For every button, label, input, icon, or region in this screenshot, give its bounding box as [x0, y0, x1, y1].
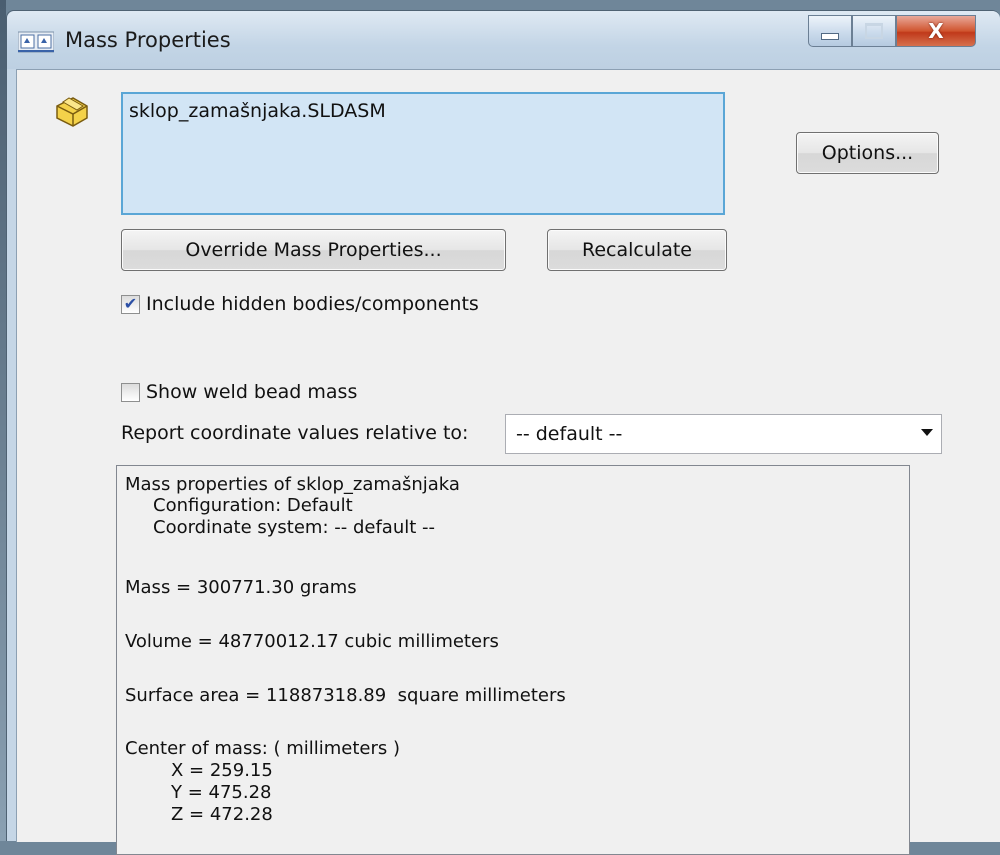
results-com-x: X = 259.15: [171, 760, 273, 781]
chevron-down-icon[interactable]: [921, 429, 933, 436]
close-button[interactable]: X: [896, 15, 976, 47]
selected-item[interactable]: sklop_zamašnjaka.SLDASM: [129, 100, 386, 122]
caption-buttons: X: [808, 15, 976, 49]
assembly-part-icon: [56, 97, 88, 127]
scale-icon: [18, 31, 54, 53]
include-hidden-option[interactable]: ✔ Include hidden bodies/components: [121, 293, 479, 315]
results-volume: Volume = 48770012.17 cubic millimeters: [125, 631, 499, 652]
results-mass: Mass = 300771.30 grams: [125, 577, 357, 598]
minimize-button[interactable]: [808, 15, 852, 47]
mass-properties-window: Mass Properties X sklop_zamašnjaka.SLDAS…: [6, 10, 1000, 855]
results-coordinate-system: Coordinate system: -- default --: [153, 517, 436, 538]
override-mass-properties-button[interactable]: Override Mass Properties...: [121, 229, 506, 271]
results-com-y: Y = 475.28: [171, 782, 272, 803]
results-configuration: Configuration: Default: [153, 495, 353, 516]
dialog-body: sklop_zamašnjaka.SLDASM Options... Overr…: [16, 69, 1000, 855]
show-weld-option[interactable]: Show weld bead mass: [121, 381, 357, 403]
coordinate-system-select[interactable]: -- default --: [505, 414, 942, 454]
checkmark-icon: ✔: [123, 294, 138, 313]
title-bar[interactable]: Mass Properties X: [7, 11, 1000, 69]
results-center-of-mass-label: Center of mass: ( millimeters ): [125, 738, 401, 759]
maximize-icon: [865, 23, 883, 39]
maximize-button[interactable]: [852, 15, 896, 47]
options-button[interactable]: Options...: [796, 132, 939, 174]
recalculate-button[interactable]: Recalculate: [547, 229, 727, 271]
report-coordinate-label: Report coordinate values relative to:: [121, 422, 469, 444]
coordinate-system-value: -- default --: [516, 423, 623, 445]
close-icon: X: [928, 19, 944, 43]
show-weld-checkbox[interactable]: [121, 382, 140, 402]
minimize-icon: [821, 32, 839, 40]
window-title: Mass Properties: [65, 28, 231, 52]
results-header: Mass properties of sklop_zamašnjaka: [125, 474, 460, 495]
selected-items-list[interactable]: sklop_zamašnjaka.SLDASM: [121, 92, 725, 215]
results-panel[interactable]: Mass properties of sklop_zamašnjaka Conf…: [116, 465, 910, 855]
show-weld-label: Show weld bead mass: [146, 381, 358, 403]
include-hidden-checkbox[interactable]: ✔: [121, 294, 140, 314]
include-hidden-label: Include hidden bodies/components: [146, 293, 479, 315]
results-surface-area: Surface area = 11887318.89 square millim…: [125, 685, 566, 706]
results-com-z: Z = 472.28: [171, 804, 273, 825]
